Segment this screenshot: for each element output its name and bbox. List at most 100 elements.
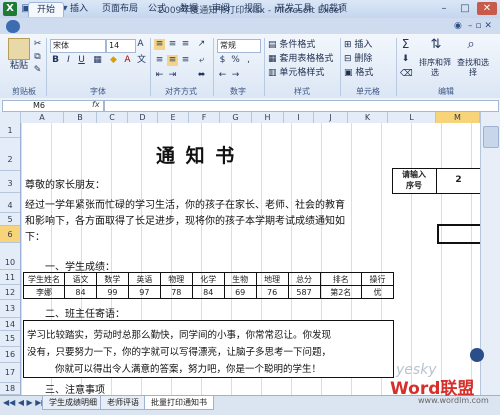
conditional-format-button[interactable]: ▤ 条件格式	[268, 39, 315, 51]
table-format-button[interactable]: ▦ 套用表格格式	[268, 53, 333, 65]
italic-icon[interactable]: I	[63, 55, 74, 66]
scrollbar-thumb[interactable]	[483, 126, 499, 148]
autosum-icon[interactable]: Σ	[400, 38, 411, 50]
percent-icon[interactable]: %	[230, 55, 241, 66]
currency-icon[interactable]: $	[217, 55, 228, 66]
sheet-tab-batch-print[interactable]: 批量打印通知书	[144, 396, 214, 410]
minimize-button[interactable]: –	[434, 2, 454, 15]
paste-button[interactable]: 粘贴	[10, 60, 28, 72]
tab-review[interactable]: 审阅	[204, 2, 238, 16]
tab-addins[interactable]: 加载项	[312, 2, 355, 16]
tab-home[interactable]: 开始	[28, 2, 65, 17]
row-header[interactable]: 14	[0, 318, 20, 331]
align-left-icon[interactable]: ≡	[154, 55, 165, 66]
row-header[interactable]: 2	[0, 138, 20, 171]
tab-insert[interactable]: 插入	[62, 2, 96, 16]
phonetic-icon[interactable]: 文	[136, 55, 147, 66]
cell-style-button[interactable]: ▥ 单元格样式	[268, 67, 324, 79]
column-header[interactable]: F	[189, 112, 220, 123]
align-bottom-icon[interactable]: ≡	[180, 39, 191, 50]
name-box[interactable]: M6	[2, 100, 104, 112]
number-format-select[interactable]: 常规	[217, 39, 261, 53]
decrease-decimal-icon[interactable]: →	[230, 70, 241, 81]
row-header[interactable]: 5	[0, 213, 20, 226]
decrease-indent-icon[interactable]: ⇤	[154, 70, 165, 81]
font-name-select[interactable]: 宋体	[50, 39, 106, 53]
underline-icon[interactable]: U	[76, 55, 87, 66]
column-header[interactable]: A	[21, 112, 64, 123]
office-button-icon[interactable]	[6, 20, 20, 33]
insert-button[interactable]: ⊞ 插入	[344, 39, 372, 51]
column-header[interactable]: B	[64, 112, 97, 123]
sort-filter-icon[interactable]: ⇅	[428, 38, 444, 55]
wrap-text-icon[interactable]: ⤶	[196, 55, 207, 66]
row-header[interactable]: 1	[0, 123, 20, 138]
font-size-select[interactable]: 14	[106, 39, 136, 53]
copy-icon[interactable]: ⧉	[32, 52, 43, 63]
align-right-icon[interactable]: ≡	[180, 55, 191, 66]
row-header[interactable]: 18	[0, 383, 20, 395]
tab-data[interactable]: 数据	[172, 2, 206, 16]
tab-formulas[interactable]: 公式	[140, 2, 174, 16]
serial-input-value[interactable]: 2	[437, 168, 480, 192]
align-top-icon[interactable]: ≡	[154, 39, 165, 50]
row-header[interactable]: 4	[0, 193, 20, 213]
fill-color-icon[interactable]: ◆	[108, 55, 119, 66]
column-header[interactable]: H	[252, 112, 284, 123]
sort-filter-button[interactable]: 排序和筛选	[416, 58, 454, 77]
column-header-selected[interactable]: M	[436, 112, 480, 123]
find-select-icon[interactable]: ⌕	[463, 38, 479, 55]
restore-button[interactable]: □	[455, 2, 475, 15]
ribbon-minimize-icon[interactable]: – ▫ ✕	[468, 21, 492, 31]
formula-input[interactable]	[104, 100, 499, 112]
cut-icon[interactable]: ✂	[32, 39, 43, 50]
column-header[interactable]: J	[314, 112, 348, 123]
row-header[interactable]: 13	[0, 300, 20, 318]
column-header[interactable]: C	[97, 112, 128, 123]
find-select-button[interactable]: 查找和选择	[454, 58, 492, 77]
delete-button[interactable]: ⊟ 删除	[344, 53, 372, 65]
zoom-badge-icon[interactable]	[470, 348, 484, 362]
increase-indent-icon[interactable]: ⇥	[167, 70, 178, 81]
row-header-selected[interactable]: 6	[0, 226, 20, 243]
row-header[interactable]: 3	[0, 171, 20, 193]
sheet-tab-student-scores[interactable]: 学生成绩明细	[42, 396, 104, 410]
bold-icon[interactable]: B	[50, 55, 61, 66]
orientation-icon[interactable]: ↗	[196, 39, 207, 50]
column-header[interactable]: E	[158, 112, 189, 123]
row-header[interactable]: 11	[0, 270, 20, 285]
comma-icon[interactable]: ,	[243, 55, 254, 66]
column-header[interactable]: D	[128, 112, 158, 123]
increase-decimal-icon[interactable]: ←	[217, 70, 228, 81]
row-header[interactable]: 17	[0, 363, 20, 383]
excel-logo-icon[interactable]: X	[3, 2, 17, 16]
tab-page-layout[interactable]: 页面布局	[94, 2, 146, 16]
row-header[interactable]: 15	[0, 331, 20, 347]
column-header[interactable]: I	[284, 112, 314, 123]
paste-icon[interactable]	[8, 38, 30, 60]
border-icon[interactable]: ▦	[92, 55, 103, 66]
column-header[interactable]: G	[220, 112, 252, 123]
row-header[interactable]: 10	[0, 243, 20, 270]
merge-center-icon[interactable]: ⬌	[196, 70, 207, 81]
align-center-icon[interactable]: ≡	[167, 55, 178, 66]
sheet-nav-arrows-icon[interactable]: ◀◀ ◀ ▶ ▶▶	[3, 398, 48, 407]
column-header[interactable]: L	[388, 112, 436, 123]
align-middle-icon[interactable]: ≡	[167, 39, 178, 50]
tab-view[interactable]: 视图	[236, 2, 270, 16]
select-all-corner[interactable]	[0, 112, 21, 123]
fill-icon[interactable]: ⬇	[400, 54, 411, 65]
insert-function-icon[interactable]: fx	[92, 100, 100, 109]
clear-icon[interactable]: ⌫	[400, 69, 413, 80]
selected-cell[interactable]	[437, 224, 482, 244]
close-button[interactable]: ✕	[477, 2, 497, 15]
sheet-tab-teacher-comments[interactable]: 老师评语	[100, 396, 146, 410]
row-header[interactable]: 16	[0, 347, 20, 363]
font-color-icon[interactable]: A	[122, 55, 133, 66]
row-header[interactable]: 12	[0, 285, 20, 300]
grow-font-icon[interactable]: A	[135, 39, 146, 50]
format-button[interactable]: ▣ 格式	[344, 67, 373, 79]
column-header[interactable]: K	[348, 112, 388, 123]
format-painter-icon[interactable]: ✎	[32, 65, 43, 76]
help-icon[interactable]: ◉	[454, 21, 462, 31]
